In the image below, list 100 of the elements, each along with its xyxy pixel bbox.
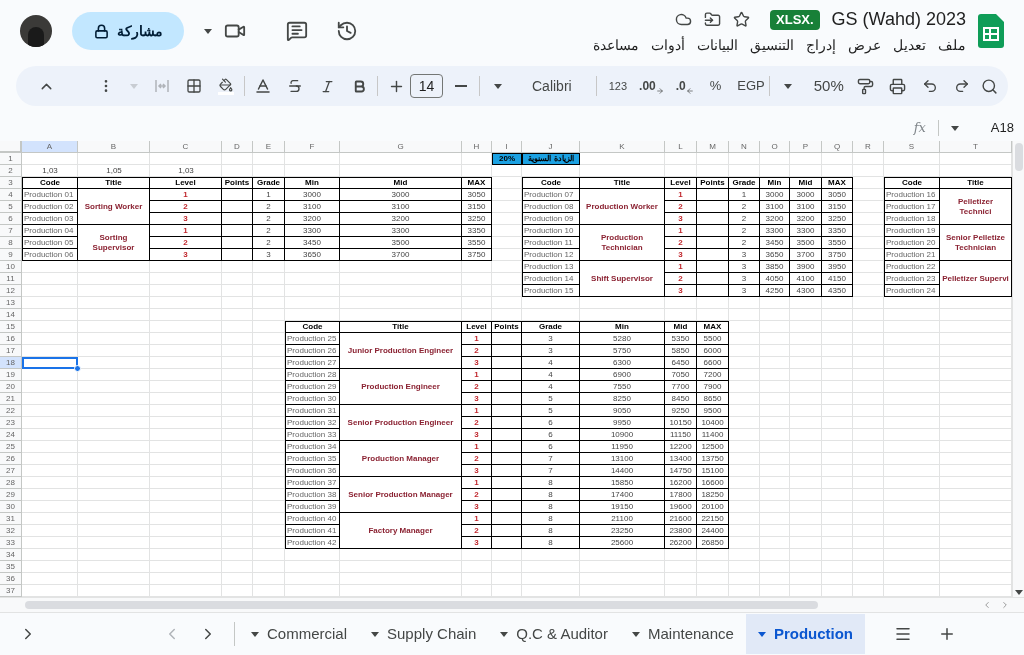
- row-header[interactable]: 28: [0, 477, 22, 489]
- row-header[interactable]: 33: [0, 537, 22, 549]
- column-header[interactable]: E: [253, 141, 285, 153]
- row-header[interactable]: 13: [0, 297, 22, 309]
- column-header[interactable]: K: [580, 141, 665, 153]
- column-header[interactable]: H: [462, 141, 492, 153]
- row-header[interactable]: 21: [0, 393, 22, 405]
- row-header[interactable]: 32: [0, 525, 22, 537]
- menu-item[interactable]: عرض: [848, 35, 881, 56]
- menu-item[interactable]: البيانات: [697, 35, 738, 56]
- table-cell: Production 12: [522, 249, 580, 261]
- scrollbar-thumb[interactable]: [1014, 143, 1023, 171]
- row-header[interactable]: 36: [0, 573, 22, 585]
- cloud-icon[interactable]: [675, 11, 692, 28]
- column-header[interactable]: D: [222, 141, 253, 153]
- row-header[interactable]: 34: [0, 549, 22, 561]
- font-select[interactable]: Calibri: [532, 75, 572, 97]
- column-header[interactable]: B: [78, 141, 150, 153]
- row-header[interactable]: 26: [0, 453, 22, 465]
- row-header[interactable]: 11: [0, 273, 22, 285]
- row-header[interactable]: 29: [0, 489, 22, 501]
- row-header[interactable]: 2: [0, 165, 22, 177]
- row-header[interactable]: 16: [0, 333, 22, 345]
- vertical-scrollbar[interactable]: [1012, 141, 1024, 597]
- row-header[interactable]: 19: [0, 369, 22, 381]
- row-header[interactable]: 4: [0, 189, 22, 201]
- column-header[interactable]: P: [790, 141, 822, 153]
- menu-item[interactable]: مساعدة: [593, 35, 639, 56]
- menu-item[interactable]: تعديل: [893, 35, 926, 56]
- column-header[interactable]: C: [150, 141, 222, 153]
- row-header[interactable]: 25: [0, 441, 22, 453]
- column-header[interactable]: A: [22, 141, 78, 153]
- column-header[interactable]: N: [729, 141, 760, 153]
- row-header[interactable]: 31: [0, 513, 22, 525]
- move-folder-icon[interactable]: [704, 11, 721, 28]
- star-icon[interactable]: [733, 11, 750, 28]
- sheet-tab[interactable]: Commercial: [239, 614, 359, 654]
- increase-decimal-button[interactable]: .00: [639, 77, 664, 95]
- fill-handle[interactable]: [74, 365, 81, 372]
- horizontal-scrollbar[interactable]: [0, 597, 1024, 612]
- row-header[interactable]: 37: [0, 585, 22, 597]
- scrollbar-thumb[interactable]: [25, 601, 818, 609]
- column-header[interactable]: F: [285, 141, 340, 153]
- column-header[interactable]: T: [940, 141, 1012, 153]
- row-header[interactable]: 10: [0, 261, 22, 273]
- row-header[interactable]: 23: [0, 417, 22, 429]
- row-header[interactable]: 12: [0, 285, 22, 297]
- row-header[interactable]: 27: [0, 465, 22, 477]
- menu-item[interactable]: ملف: [938, 35, 966, 56]
- column-header[interactable]: S: [884, 141, 940, 153]
- row-header[interactable]: 5: [0, 201, 22, 213]
- share-button[interactable]: مشاركة: [72, 12, 184, 50]
- row-header[interactable]: 9: [0, 249, 22, 261]
- row-header[interactable]: 3: [0, 177, 22, 189]
- font-size-field[interactable]: 14: [410, 74, 443, 98]
- comment-icon[interactable]: [286, 20, 308, 42]
- table-cell: 3: [729, 249, 760, 261]
- sheet-tab[interactable]: Supply Chain: [359, 614, 489, 654]
- row-header[interactable]: 22: [0, 405, 22, 417]
- sheet-tab[interactable]: Production: [745, 614, 866, 654]
- menu-item[interactable]: التنسيق: [750, 35, 794, 56]
- history-icon[interactable]: [336, 20, 358, 42]
- row-header[interactable]: 7: [0, 225, 22, 237]
- sheets-logo[interactable]: [978, 14, 1004, 48]
- table-cell: 4100: [790, 273, 822, 285]
- table-cell: 3550: [462, 237, 492, 249]
- decrease-decimal-button[interactable]: .0: [675, 77, 694, 95]
- percent-format-button[interactable]: %: [709, 76, 722, 96]
- row-header[interactable]: 20: [0, 381, 22, 393]
- table-header-cell: Level: [150, 177, 222, 189]
- row-header[interactable]: 30: [0, 501, 22, 513]
- column-header[interactable]: Q: [822, 141, 853, 153]
- column-header[interactable]: O: [760, 141, 790, 153]
- menu-item[interactable]: إدراج: [806, 35, 836, 56]
- row-header[interactable]: 1: [0, 153, 22, 165]
- sheet-tab[interactable]: Maintenance: [619, 614, 746, 654]
- column-header[interactable]: J: [522, 141, 580, 153]
- number-format-button[interactable]: 123: [608, 77, 628, 95]
- column-header[interactable]: G: [340, 141, 462, 153]
- name-box[interactable]: A18: [990, 118, 1014, 138]
- zoom-select[interactable]: 50%: [813, 74, 844, 98]
- menu-item[interactable]: أدوات: [651, 35, 685, 56]
- column-header[interactable]: M: [697, 141, 729, 153]
- document-title[interactable]: GS (Wahd) 2023: [831, 6, 966, 33]
- row-header[interactable]: 24: [0, 429, 22, 441]
- column-header[interactable]: L: [665, 141, 697, 153]
- row-header[interactable]: 18: [0, 357, 22, 369]
- avatar[interactable]: [20, 15, 52, 47]
- row-header[interactable]: 8: [0, 237, 22, 249]
- row-header[interactable]: 35: [0, 561, 22, 573]
- row-header[interactable]: 17: [0, 345, 22, 357]
- column-header[interactable]: R: [853, 141, 884, 153]
- row-header[interactable]: 6: [0, 213, 22, 225]
- table-cell: 3700: [340, 249, 462, 261]
- row-header[interactable]: 15: [0, 321, 22, 333]
- column-header[interactable]: I: [492, 141, 522, 153]
- row-header[interactable]: 14: [0, 309, 22, 321]
- table-cell: Sorting Worker: [78, 189, 150, 225]
- sheet-tab[interactable]: Q.C & Auditor: [488, 614, 620, 654]
- currency-format-button[interactable]: EGP: [737, 76, 765, 96]
